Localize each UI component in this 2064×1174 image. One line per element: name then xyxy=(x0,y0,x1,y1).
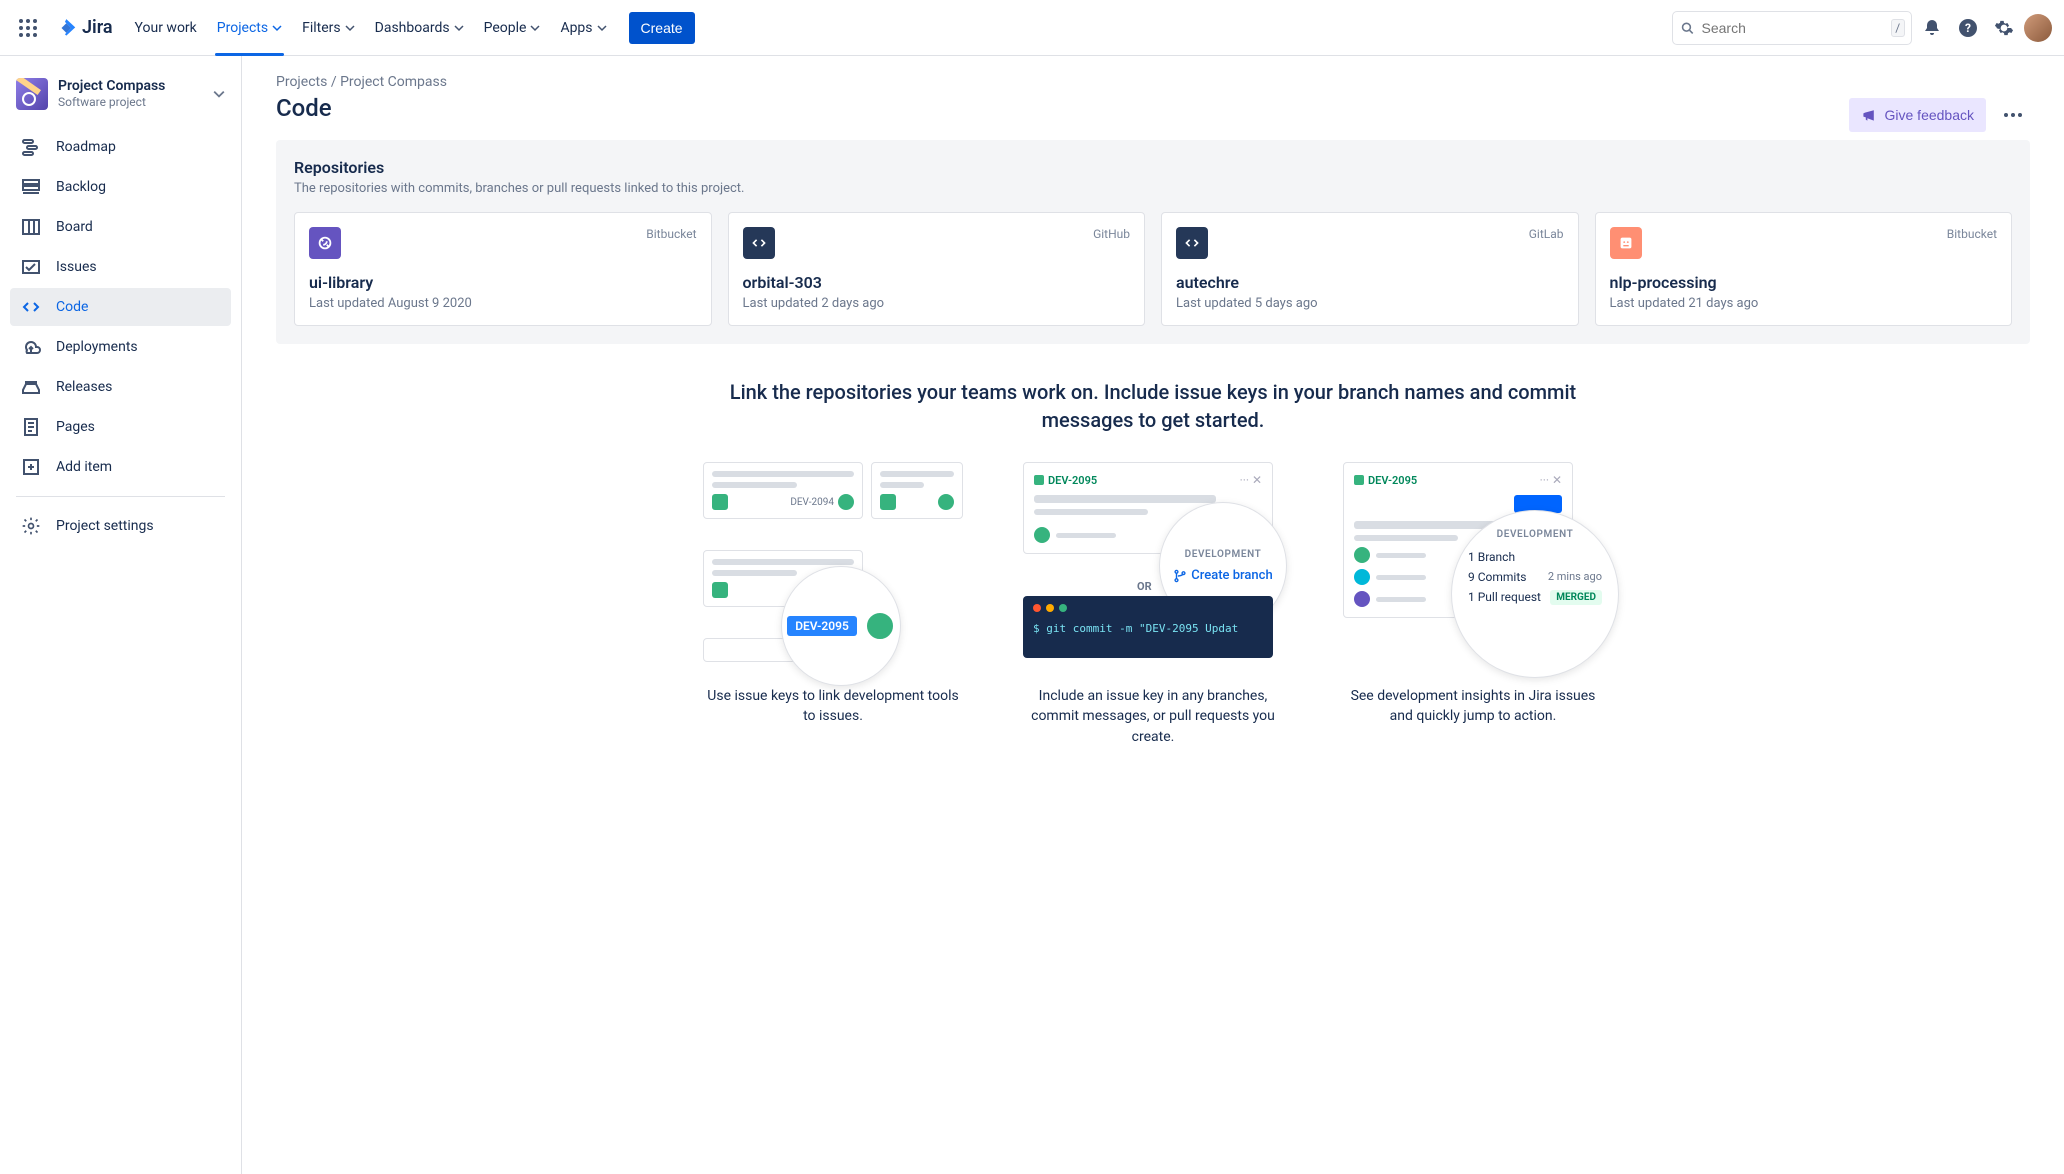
repo-card[interactable]: GitHub orbital-303 Last updated 2 days a… xyxy=(728,212,1146,326)
repo-card[interactable]: GitLab autechre Last updated 5 days ago xyxy=(1161,212,1579,326)
branch-icon xyxy=(1173,569,1187,583)
repo-provider: GitLab xyxy=(1529,227,1564,241)
step-2-caption: Include an issue key in any branches, co… xyxy=(1023,686,1283,747)
repo-provider: Bitbucket xyxy=(1947,227,1997,241)
backlog-icon xyxy=(20,176,42,198)
step-2: DEV-2095··· ✕ DEVELOPMENT Create branch … xyxy=(1013,462,1293,747)
bitbucket-icon xyxy=(309,227,341,259)
gitlab-icon xyxy=(1176,227,1208,259)
create-button[interactable]: Create xyxy=(629,12,695,44)
settings-icon[interactable] xyxy=(1988,12,2020,44)
onboarding-steps: DEV-2094 DEV-2095 Use issue keys to link… xyxy=(693,462,1613,747)
breadcrumb-root[interactable]: Projects xyxy=(276,74,327,90)
repo-avatar-icon xyxy=(1610,227,1642,259)
search-icon xyxy=(1681,20,1694,36)
sidebar-item-releases[interactable]: Releases xyxy=(10,368,231,406)
jira-logo[interactable]: Jira xyxy=(48,17,121,39)
sidebar-item-roadmap[interactable]: Roadmap xyxy=(10,128,231,166)
search-shortcut: / xyxy=(1891,19,1906,37)
more-icon xyxy=(2003,112,2023,118)
step-1-caption: Use issue keys to link development tools… xyxy=(703,686,963,727)
chevron-down-icon xyxy=(597,23,607,33)
sidebar-item-backlog[interactable]: Backlog xyxy=(10,168,231,206)
step-2-illustration: DEV-2095··· ✕ DEVELOPMENT Create branch … xyxy=(1023,462,1283,672)
chevron-down-icon xyxy=(454,23,464,33)
code-icon xyxy=(20,296,42,318)
give-feedback-button[interactable]: Give feedback xyxy=(1849,98,1987,132)
user-avatar[interactable] xyxy=(2024,14,2052,42)
repo-updated: Last updated August 9 2020 xyxy=(309,296,697,311)
top-navbar: Jira Your work Projects Filters Dashboar… xyxy=(0,0,2064,56)
repositories-panel: Repositories The repositories with commi… xyxy=(276,140,2030,344)
help-icon[interactable]: ? xyxy=(1952,12,1984,44)
primary-nav: Your work Projects Filters Dashboards Pe… xyxy=(125,0,617,56)
repo-updated: Last updated 2 days ago xyxy=(743,296,1131,311)
roadmap-icon xyxy=(20,136,42,158)
sidebar-item-pages[interactable]: Pages xyxy=(10,408,231,446)
notifications-icon[interactable] xyxy=(1916,12,1948,44)
project-settings-icon xyxy=(20,515,42,537)
svg-text:?: ? xyxy=(1965,21,1971,35)
sidebar-item-issues[interactable]: Issues xyxy=(10,248,231,286)
main-content: Projects / Project Compass Code Give fee… xyxy=(242,56,2064,1174)
step-1: DEV-2094 DEV-2095 Use issue keys to link… xyxy=(693,462,973,747)
project-switcher[interactable]: Project Compass Software project xyxy=(10,76,231,128)
chevron-down-icon xyxy=(345,23,355,33)
sidebar-separator xyxy=(16,496,225,497)
nav-people[interactable]: People xyxy=(474,0,551,56)
megaphone-icon xyxy=(1861,107,1877,123)
chevron-down-icon xyxy=(213,88,225,100)
repo-name: orbital-303 xyxy=(743,273,1131,292)
repo-updated: Last updated 21 days ago xyxy=(1610,296,1998,311)
repositories-title: Repositories xyxy=(294,158,2012,177)
jira-logo-text: Jira xyxy=(82,17,113,38)
nav-apps[interactable]: Apps xyxy=(550,0,616,56)
repo-name: ui-library xyxy=(309,273,697,292)
repo-name: nlp-processing xyxy=(1610,273,1998,292)
project-type: Software project xyxy=(58,95,203,109)
project-icon xyxy=(16,78,48,110)
nav-filters[interactable]: Filters xyxy=(292,0,365,56)
app-switcher-icon[interactable] xyxy=(12,12,44,44)
sidebar-item-add[interactable]: Add item xyxy=(10,448,231,486)
repo-name: autechre xyxy=(1176,273,1564,292)
jira-logo-icon xyxy=(56,17,78,39)
search-input[interactable] xyxy=(1700,19,1885,37)
hero-section: Link the repositories your teams work on… xyxy=(703,378,1603,434)
sidebar-item-settings[interactable]: Project settings xyxy=(10,507,231,545)
issues-icon xyxy=(20,256,42,278)
repo-updated: Last updated 5 days ago xyxy=(1176,296,1564,311)
github-icon xyxy=(743,227,775,259)
sidebar: Project Compass Software project Roadmap… xyxy=(0,56,242,1174)
chevron-down-icon xyxy=(530,23,540,33)
search-box[interactable]: / xyxy=(1672,11,1912,45)
step-3-caption: See development insights in Jira issues … xyxy=(1343,686,1603,727)
page-title: Code xyxy=(276,94,1839,122)
board-icon xyxy=(20,216,42,238)
nav-dashboards[interactable]: Dashboards xyxy=(365,0,474,56)
sidebar-item-deployments[interactable]: Deployments xyxy=(10,328,231,366)
hero-text: Link the repositories your teams work on… xyxy=(703,378,1603,434)
releases-icon xyxy=(20,376,42,398)
step-1-illustration: DEV-2094 DEV-2095 xyxy=(703,462,963,672)
repo-provider: Bitbucket xyxy=(646,227,696,241)
project-name: Project Compass xyxy=(58,78,203,95)
breadcrumb: Projects / Project Compass xyxy=(276,74,2030,90)
pages-icon xyxy=(20,416,42,438)
repositories-description: The repositories with commits, branches … xyxy=(294,181,2012,196)
repo-card[interactable]: Bitbucket ui-library Last updated August… xyxy=(294,212,712,326)
deployments-icon xyxy=(20,336,42,358)
sidebar-item-board[interactable]: Board xyxy=(10,208,231,246)
nav-your-work[interactable]: Your work xyxy=(125,0,207,56)
step-3: DEV-2095··· ✕ DEVELOPMENT 1 Branch 9 Com… xyxy=(1333,462,1613,747)
chevron-down-icon xyxy=(272,23,282,33)
repo-provider: GitHub xyxy=(1093,227,1130,241)
step-3-illustration: DEV-2095··· ✕ DEVELOPMENT 1 Branch 9 Com… xyxy=(1343,462,1603,672)
repo-card[interactable]: Bitbucket nlp-processing Last updated 21… xyxy=(1595,212,2013,326)
add-item-icon xyxy=(20,456,42,478)
sidebar-item-code[interactable]: Code xyxy=(10,288,231,326)
nav-projects[interactable]: Projects xyxy=(207,0,292,56)
more-actions-button[interactable] xyxy=(1996,98,2030,132)
breadcrumb-leaf[interactable]: Project Compass xyxy=(340,74,447,90)
